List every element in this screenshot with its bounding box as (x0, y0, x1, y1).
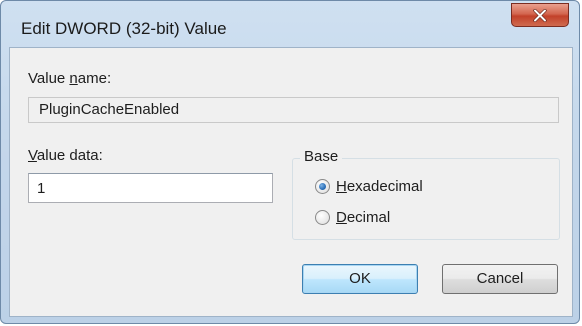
decimal-option[interactable]: Decimal (315, 209, 390, 226)
hexadecimal-label: Hexadecimal (336, 178, 423, 195)
dialog-window: Edit DWORD (32-bit) Value Value name: Pl… (0, 0, 580, 324)
close-icon (533, 8, 547, 22)
window-title: Edit DWORD (32-bit) Value (21, 19, 227, 38)
hexadecimal-radio[interactable] (315, 179, 330, 194)
value-name-label: Value name: (28, 70, 112, 87)
decimal-label: Decimal (336, 209, 391, 226)
base-group-label: Base (300, 148, 343, 165)
cancel-button[interactable]: Cancel (442, 264, 558, 294)
value-name-field: PluginCacheEnabled (28, 97, 559, 123)
title-bar[interactable]: Edit DWORD (32-bit) Value (1, 1, 579, 43)
ok-button[interactable]: OK (302, 264, 418, 294)
value-data-input[interactable] (28, 173, 273, 203)
decimal-radio[interactable] (315, 210, 330, 225)
dialog-client-area: Value name: PluginCacheEnabled Value dat… (9, 47, 573, 317)
hexadecimal-option[interactable]: Hexadecimal (315, 178, 423, 195)
close-button[interactable] (511, 3, 569, 27)
base-group-box (292, 158, 560, 240)
value-data-label: Value data: (28, 147, 103, 164)
